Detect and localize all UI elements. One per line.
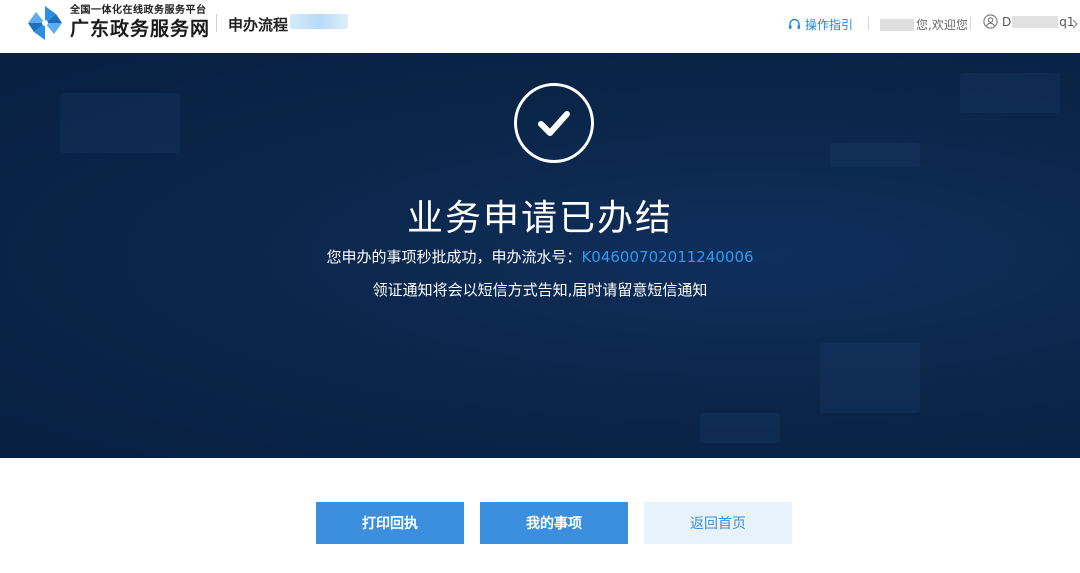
chevron-right-icon[interactable]	[1072, 18, 1078, 30]
header-divider	[216, 14, 217, 32]
brand-subtitle: 全国一体化在线政务服务平台	[70, 5, 207, 16]
my-items-button[interactable]: 我的事项	[480, 502, 628, 544]
top-header: 全国一体化在线政务服务平台 广东政务服务网 申办流程 操作指引 您,欢迎您 D …	[0, 0, 1080, 53]
result-text: 您申办的事项秒批成功，申办流水号：	[326, 248, 582, 266]
operation-guide-link[interactable]: 操作指引	[788, 16, 853, 33]
background-decoration	[960, 73, 1060, 113]
brand[interactable]: 全国一体化在线政务服务平台 广东政务服务网	[70, 5, 210, 41]
user-avatar-icon	[983, 14, 998, 29]
user-menu[interactable]: D q1	[983, 14, 1075, 29]
redacted-account	[1012, 15, 1059, 28]
header-divider	[970, 17, 971, 30]
background-decoration	[700, 413, 780, 443]
return-home-button[interactable]: 返回首页	[644, 502, 792, 544]
welcome-label: 您,欢迎您	[916, 18, 968, 32]
serial-number: K04600702011240006	[581, 248, 754, 266]
background-decoration	[60, 93, 180, 153]
result-message: 您申办的事项秒批成功，申办流水号：K04600702011240006	[0, 246, 1080, 267]
headset-icon	[789, 18, 800, 29]
brand-name: 广东政务服务网	[70, 18, 211, 40]
result-banner: 业务申请已办结 您申办的事项秒批成功，申办流水号：K04600702011240…	[0, 53, 1080, 458]
check-circle-icon	[514, 83, 594, 163]
operation-guide-label: 操作指引	[805, 18, 854, 32]
pinwheel-logo-icon[interactable]	[26, 4, 64, 42]
print-receipt-button[interactable]: 打印回执	[316, 502, 464, 544]
background-decoration	[820, 343, 920, 413]
background-decoration	[830, 143, 920, 167]
redacted-username	[880, 18, 914, 31]
result-title: 业务申请已办结	[406, 198, 673, 239]
notice-message: 领证通知将会以短信方式告知,届时请留意短信通知	[372, 281, 708, 299]
welcome-text: 您,欢迎您	[880, 16, 968, 33]
page-title: 申办流程	[228, 16, 289, 34]
user-name-prefix: D	[1002, 14, 1012, 29]
header-divider	[868, 17, 869, 30]
redacted-item-name	[290, 14, 348, 29]
